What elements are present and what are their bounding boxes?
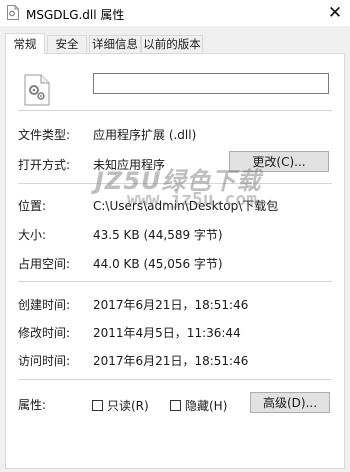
modified-label: 修改时间: [18,326,71,340]
hidden-checkbox-label: 隐藏(H) [185,399,228,413]
created-label: 创建时间: [18,298,71,312]
file-type-value: 应用程序扩展 (.dll) [93,128,197,142]
divider [18,110,332,111]
readonly-checkbox-label: 只读(R) [107,399,149,413]
tab-general[interactable]: 常规 [5,33,45,54]
divider [18,281,332,282]
file-type-label: 文件类型: [18,128,71,142]
modified-value: 2011年4月5日，11:36:44 [93,326,241,340]
hidden-checkbox-box[interactable] [170,400,181,411]
close-button[interactable]: ✕ [320,0,350,26]
file-gear-icon [7,5,19,20]
accessed-label: 访问时间: [18,354,71,368]
readonly-checkbox-box[interactable] [92,400,103,411]
size-on-disk-label: 占用空间: [18,257,71,271]
attributes-label: 属性: [18,398,47,412]
tab-previous-versions[interactable]: 以前的版本 [141,35,203,53]
dll-file-gear-icon [24,74,50,106]
hidden-checkbox[interactable]: 隐藏(H) [170,397,227,414]
close-icon: ✕ [327,3,343,23]
advanced-button[interactable]: 高级(D)... [250,392,330,413]
size-label: 大小: [18,228,47,242]
open-with-value: 未知应用程序 [93,158,166,172]
tab-security[interactable]: 安全 [47,35,87,53]
size-on-disk-value: 44.0 KB (45,056 字节) [93,257,223,271]
general-panel: 文件类型: 应用程序扩展 (.dll) 打开方式: 未知应用程序 更改(C)..… [5,53,345,469]
tab-details[interactable]: 详细信息 [89,35,141,53]
divider [18,379,332,380]
readonly-checkbox[interactable]: 只读(R) [92,397,149,414]
open-with-label: 打开方式: [18,158,71,172]
file-name-field[interactable] [93,73,329,94]
divider [18,183,332,184]
title-bar: MSGDLG.dll 属性 ✕ [0,0,350,26]
created-value: 2017年6月21日，18:51:46 [93,298,249,312]
location-value: C:\Users\admin\Desktop\下载包 [93,199,279,213]
size-value: 43.5 KB (44,589 字节) [93,228,223,242]
location-label: 位置: [18,199,47,213]
change-button[interactable]: 更改(C)... [229,151,329,172]
window-title: MSGDLG.dll 属性 [26,8,125,22]
accessed-value: 2017年6月21日，18:51:46 [93,354,249,368]
